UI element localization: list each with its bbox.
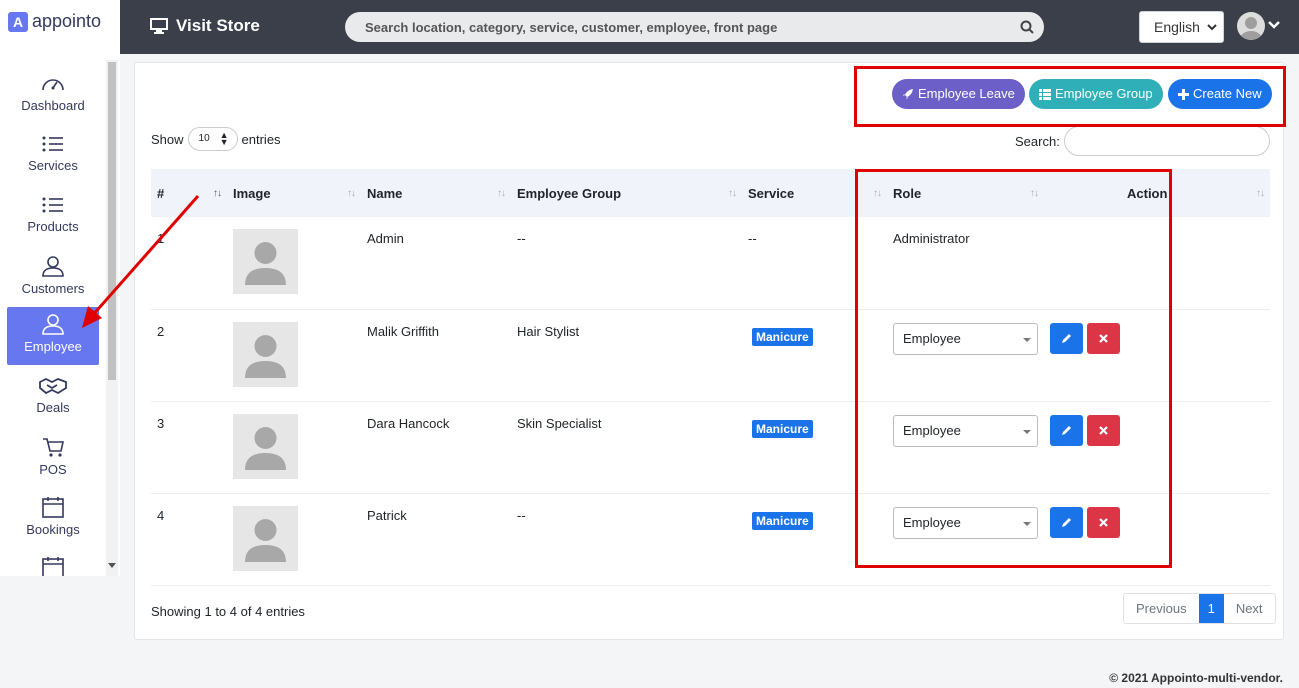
- row-image-cell: [227, 217, 361, 309]
- list-icon: [42, 197, 63, 213]
- employee-photo: [233, 229, 298, 294]
- sidebar-item-label: POS: [39, 462, 67, 477]
- row-name: Malik Griffith: [367, 323, 439, 339]
- updown-icon: ▲ ▼: [219, 130, 229, 147]
- calendar-icon: [42, 497, 64, 518]
- row-name: Patrick: [367, 507, 407, 523]
- employee-photo: [233, 413, 298, 479]
- user-avatar-icon: [1240, 17, 1262, 40]
- scroll-down-arrow-icon[interactable]: [108, 563, 116, 568]
- column-header-employee-group[interactable]: Employee Group ↑↓: [511, 169, 742, 217]
- footer-copyright: © 2021 Appointo-multi-vendor.: [1109, 671, 1283, 685]
- sidebar-item-services[interactable]: Services: [7, 128, 99, 186]
- top-navbar: A appointo Visit Store English: [0, 0, 1299, 54]
- row-employee-group: Hair Stylist: [517, 323, 580, 339]
- handshake-icon: [39, 377, 67, 395]
- sidebar-item-more[interactable]: [7, 550, 99, 576]
- row-employee-group: --: [517, 507, 526, 523]
- user-avatar[interactable]: [1237, 12, 1265, 40]
- service-badge: Manicure: [752, 511, 813, 530]
- sort-icon: ↑↓: [1256, 188, 1265, 199]
- column-header-image[interactable]: Image ↑↓: [227, 169, 361, 217]
- chevron-down-icon[interactable]: [1268, 20, 1280, 30]
- sidebar-item-label: Products: [27, 219, 79, 234]
- service-badge: Manicure: [752, 327, 813, 346]
- brand-name: appointo: [32, 11, 102, 31]
- chevron-down-icon: [1207, 24, 1217, 31]
- user-icon: [42, 314, 64, 335]
- table-search-input[interactable]: [1064, 126, 1270, 156]
- row-number: 3: [157, 415, 165, 431]
- language-value: English: [1154, 19, 1200, 35]
- sidebar-item-label: Deals: [36, 400, 70, 415]
- list-icon: [42, 136, 63, 152]
- sidebar-item-label: Services: [28, 158, 78, 173]
- annotation-arrow: [82, 195, 200, 328]
- page-length-select[interactable]: 10 ▲ ▼: [187, 127, 238, 151]
- sidebar-item-label: Dashboard: [21, 98, 85, 113]
- show-label: Show: [151, 131, 184, 147]
- visit-store-link[interactable]: Visit Store: [150, 16, 260, 36]
- visit-store-label: Visit Store: [176, 16, 260, 35]
- service-badge: Manicure: [752, 419, 813, 438]
- annotation-box-actions: [854, 66, 1286, 127]
- sidebar-item-label: Bookings: [26, 522, 80, 537]
- speedometer-icon: [42, 79, 64, 91]
- entries-label: entries: [241, 131, 281, 147]
- annotation-box-role-actions: [855, 169, 1172, 568]
- employee-photo: [233, 321, 298, 387]
- brand-logo-icon: A: [8, 12, 28, 32]
- row-image-cell: [227, 493, 361, 585]
- sidebar-item-label: Customers: [21, 281, 85, 296]
- user-placeholder-icon: [245, 242, 286, 285]
- sort-icon: ↑↓: [347, 188, 356, 199]
- sort-icon: ↑↓: [497, 188, 506, 199]
- cart-icon: [43, 438, 64, 457]
- column-header-name[interactable]: Name ↑↓: [361, 169, 511, 217]
- previous-page-button[interactable]: Previous: [1124, 594, 1199, 623]
- monitor-icon: [150, 18, 168, 34]
- employee-photo: [233, 505, 298, 571]
- brand[interactable]: A appointo: [0, 0, 120, 54]
- row-name: Admin: [367, 231, 404, 246]
- sidebar-item-pos[interactable]: POS: [7, 430, 99, 488]
- page-1-button[interactable]: 1: [1198, 594, 1224, 623]
- row-image-cell: [227, 309, 361, 401]
- row-name: Dara Hancock: [367, 415, 450, 431]
- row-image-cell: [227, 401, 361, 493]
- user-icon: [42, 256, 64, 277]
- sort-icon: ↑↓: [728, 188, 737, 199]
- sidebar-item-label: Employee: [24, 339, 82, 354]
- row-employee-group: Skin Specialist: [517, 415, 602, 431]
- user-placeholder-icon: [245, 426, 286, 470]
- sidebar-item-dashboard[interactable]: Dashboard: [7, 68, 99, 126]
- row-employee-group: --: [517, 231, 526, 246]
- row-number: 4: [157, 507, 165, 523]
- user-placeholder-icon: [245, 518, 286, 562]
- calendar-icon: [42, 557, 64, 576]
- page-length-control: Show 10 ▲ ▼ entries: [151, 127, 281, 151]
- sidebar-item-deals[interactable]: Deals: [7, 370, 99, 428]
- global-search-input[interactable]: [345, 12, 1005, 42]
- next-page-button[interactable]: Next: [1224, 594, 1275, 623]
- search-icon[interactable]: [1020, 20, 1034, 34]
- language-select[interactable]: English: [1139, 11, 1224, 43]
- sort-asc-icon: ↑↓: [213, 188, 222, 199]
- user-placeholder-icon: [245, 334, 286, 378]
- global-search: [345, 12, 1044, 42]
- table-search-label: Search:: [1015, 134, 1060, 149]
- pagination: Previous 1 Next: [1123, 593, 1276, 624]
- page-length-value: 10: [198, 133, 210, 144]
- table-info: Showing 1 to 4 of 4 entries: [151, 604, 305, 619]
- sidebar-item-bookings[interactable]: Bookings: [7, 490, 99, 548]
